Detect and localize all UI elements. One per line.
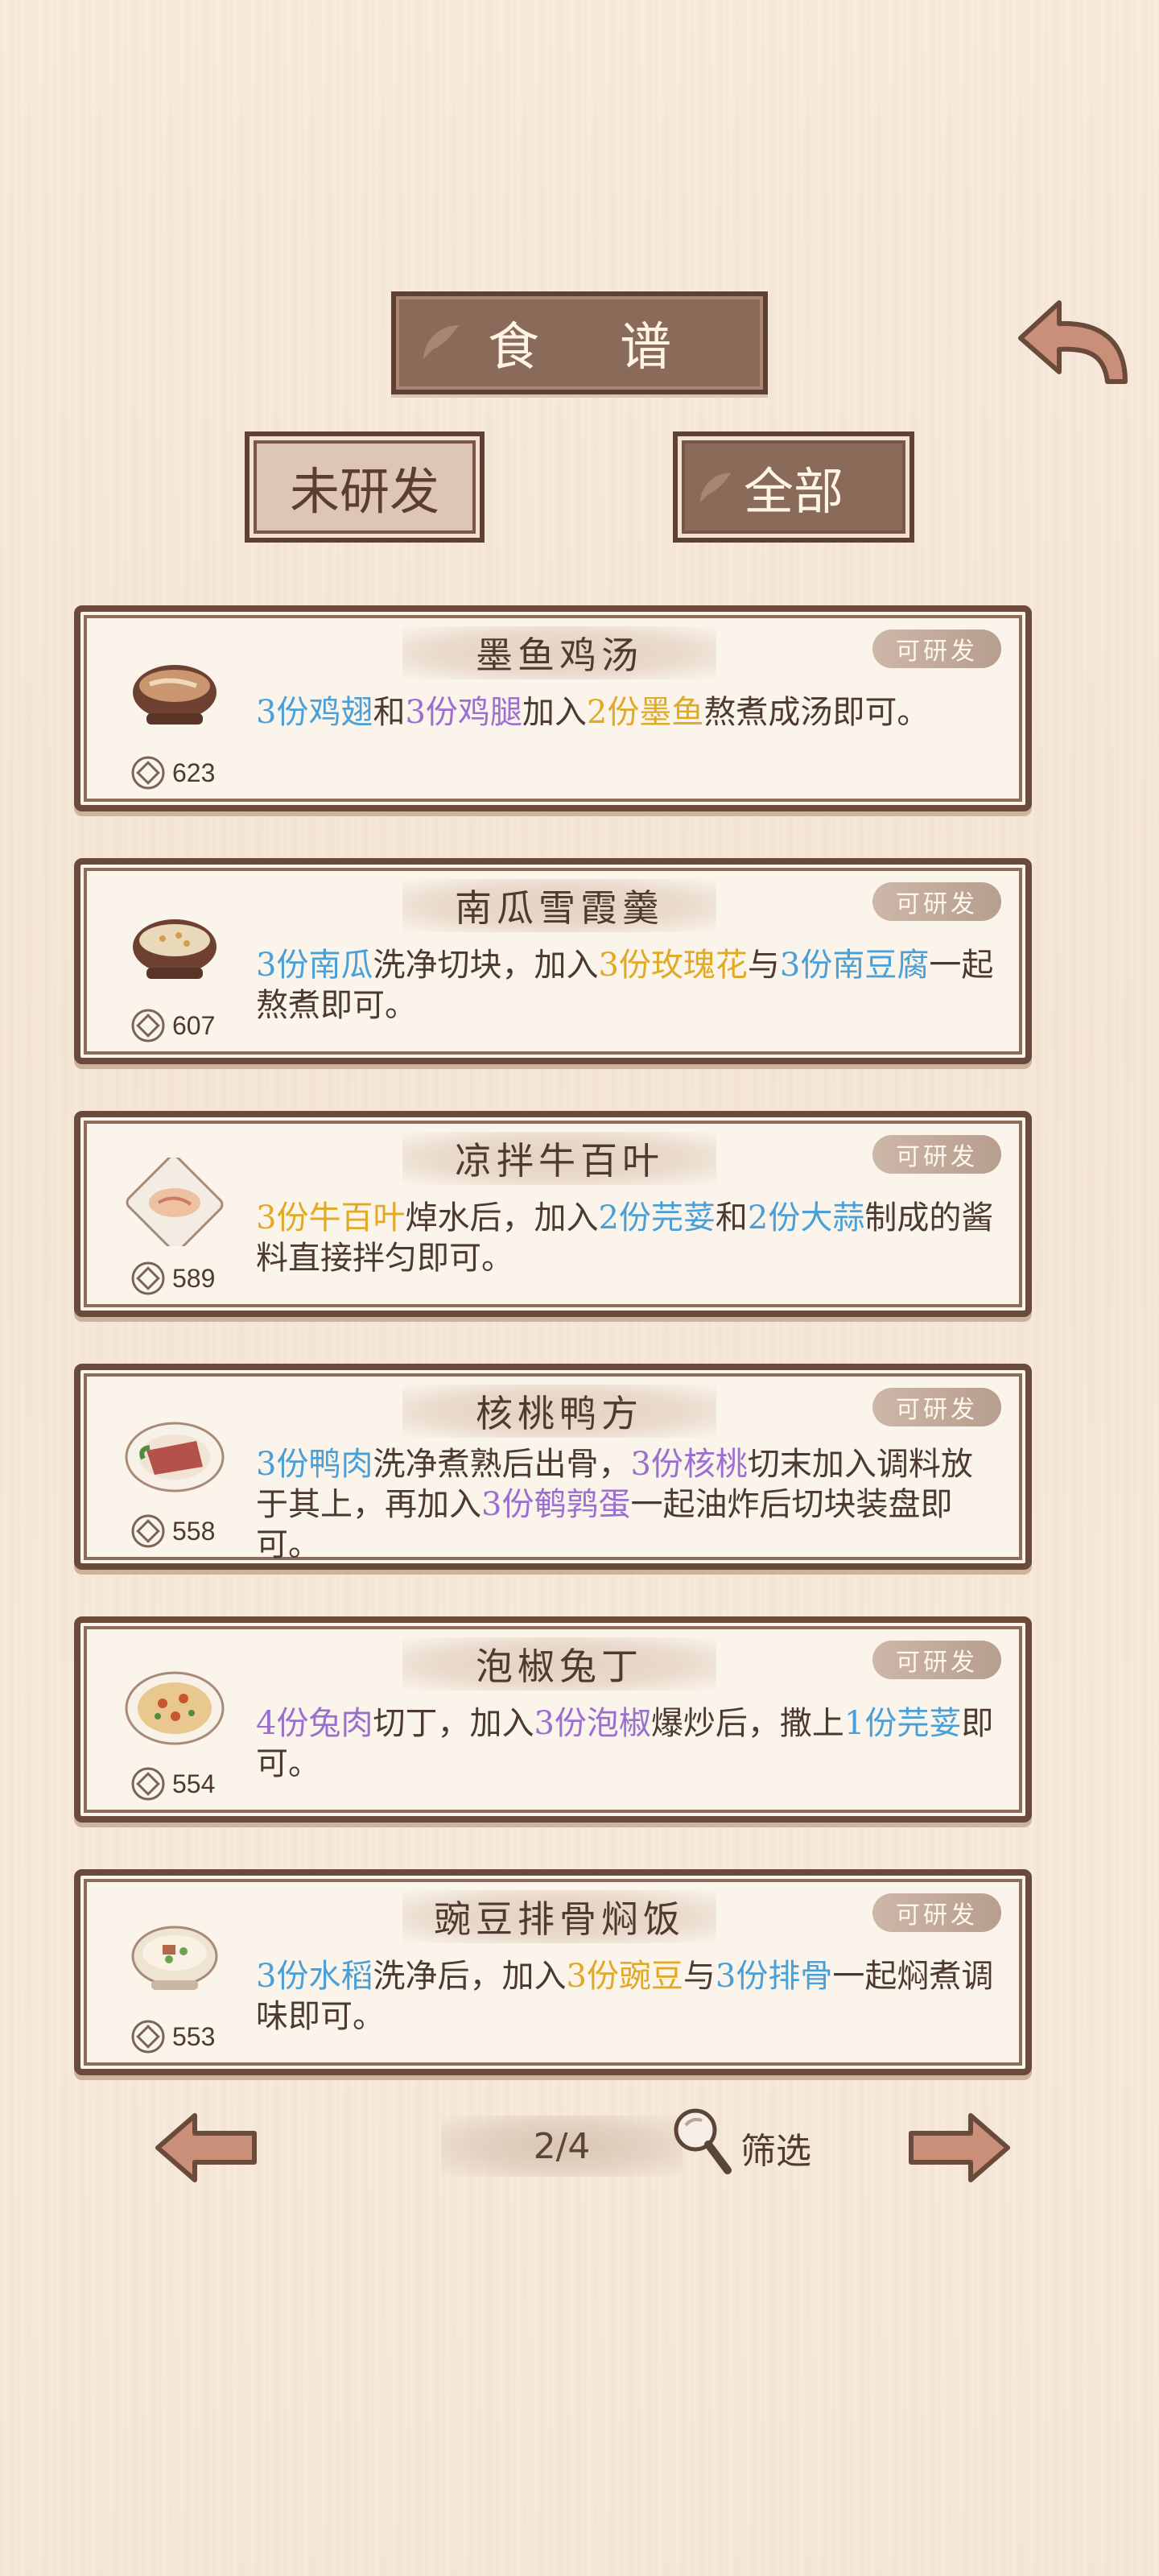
ingredient-text: 3份南瓜 [256,947,373,984]
recipe-description: 3份牛百叶焯水后，加入2份芫荽和2份大蒜制成的酱料直接拌匀即可。 [256,1198,996,1278]
recipe-card[interactable]: 泡椒兔丁 可研发 4份兔肉切丁，加入3份泡椒爆炒后，撒上1份芫荽即可。 554 [74,1616,1032,1823]
page-number: 2/4 [533,2125,591,2167]
filter-all-button[interactable]: 全部 [673,431,914,543]
price-row: 553 [130,2019,215,2054]
coin-icon [131,1514,165,1548]
recipe-name: 凉拌牛百叶 [455,1139,664,1183]
recipe-description: 4份兔肉切丁，加入3份泡椒爆炒后，撒上1份芫荽即可。 [256,1703,996,1784]
filter-unresearched-label: 未研发 [289,462,439,521]
description-text: 熬煮成汤即可。 [703,694,930,731]
price-row: 607 [130,1008,215,1043]
filter-all-label: 全部 [743,462,843,521]
recipe-description: 3份水稻洗净后，加入3份豌豆与3份排骨一起焖煮调味即可。 [256,1956,996,2037]
porridge-pot-icon [133,919,217,979]
ingredient-text: 2份芫荽 [598,1199,716,1236]
recipe-description: 3份南瓜洗净切块，加入3份玫瑰花与3份南豆腐一起熬煮即可。 [256,945,996,1026]
rabbit-dish-icon [125,1671,225,1745]
filter-label[interactable]: 筛选 [740,2122,811,2174]
description-text: 切丁，加入 [373,1705,534,1742]
description-text: 和 [715,1199,748,1236]
recipe-title-band: 墨鱼鸡汤 [402,626,716,679]
recipe-title-band: 泡椒兔丁 [402,1637,716,1690]
description-text: 洗净切块，加入 [373,947,599,984]
coin-icon [131,1009,165,1042]
price-row: 554 [130,1766,215,1802]
description-text: 洗净后，加入 [373,1958,567,1995]
price-row: 558 [130,1513,215,1549]
description-text: 洗净煮熟后出骨， [373,1446,631,1483]
ingredient-text: 3份鸭肉 [256,1446,373,1483]
price-row: 589 [130,1261,215,1296]
ingredient-text: 3份南豆腐 [779,947,930,984]
tripe-plate-icon [126,1158,224,1246]
recipe-price: 623 [172,758,216,787]
recipe-card[interactable]: 核桃鸭方 可研发 3份鸭肉洗净煮熟后出骨，3份核桃切末加入调料放于其上，再加入3… [74,1364,1032,1570]
coin-icon [131,1261,165,1295]
recipe-price: 558 [172,1516,216,1546]
description-text: 焯水后，加入 [405,1199,599,1236]
coin-icon [131,1767,165,1801]
ingredient-text: 3份玫瑰花 [598,947,748,984]
researchable-badge: 可研发 [872,630,1001,668]
description-text: 与 [747,947,780,984]
ginkgo-leaf-icon [423,325,459,359]
ingredient-text: 3份泡椒 [534,1705,651,1742]
recipe-card[interactable]: 豌豆排骨焖饭 可研发 3份水稻洗净后，加入3份豌豆与3份排骨一起焖煮调味即可。 … [74,1869,1032,2075]
page-title-plaque: 食 谱 [391,291,768,394]
recipe-name: 核桃鸭方 [476,1392,643,1435]
recipe-price: 607 [172,1010,216,1040]
ingredient-text: 3份水稻 [256,1958,373,1995]
description-text: 加入 [522,694,587,731]
ingredient-text: 3份核桃 [630,1446,748,1483]
ingredient-text: 3份鸡翅 [256,694,373,731]
description-text: 爆炒后，撒上 [650,1705,844,1742]
prev-page-arrow-icon[interactable] [153,2109,261,2186]
recipe-title-band: 豌豆排骨焖饭 [402,1890,716,1943]
coin-icon [131,2020,165,2054]
recipe-name: 墨鱼鸡汤 [476,634,643,677]
search-magnifier-icon[interactable] [668,2104,734,2177]
recipe-description: 3份鸭肉洗净煮熟后出骨，3份核桃切末加入调料放于其上，再加入3份鹌鹑蛋一起油炸后… [256,1444,996,1565]
recipe-title-band: 核桃鸭方 [402,1385,716,1438]
recipe-card[interactable]: 墨鱼鸡汤 可研发 3份鸡翅和3份鸡腿加入2份墨鱼熬煮成汤即可。 623 [74,605,1032,811]
recipe-name: 南瓜雪霞羹 [455,886,664,930]
ingredient-text: 2份大蒜 [747,1199,865,1236]
soup-pot-icon [133,665,217,724]
recipe-card[interactable]: 凉拌牛百叶 可研发 3份牛百叶焯水后，加入2份芫荽和2份大蒜制成的酱料直接拌匀即… [74,1111,1032,1317]
recipe-title-band: 凉拌牛百叶 [402,1132,716,1185]
page-indicator: 2/4 [441,2116,683,2177]
price-row: 623 [130,755,215,791]
duck-plate-icon [125,1422,225,1492]
ingredient-text: 3份豌豆 [566,1958,683,1995]
back-arrow-icon[interactable] [1013,291,1133,396]
recipe-price: 553 [172,2021,216,2051]
recipe-price: 589 [172,1263,216,1293]
researchable-badge: 可研发 [872,1388,1001,1426]
recipe-name: 泡椒兔丁 [476,1645,643,1688]
researchable-badge: 可研发 [872,882,1001,921]
ingredient-text: 1份芫荽 [843,1705,962,1742]
ingredient-text: 3份牛百叶 [256,1199,406,1236]
ginkgo-leaf-icon [699,473,732,503]
ingredient-text: 3份排骨 [715,1958,833,1995]
ingredient-text: 4份兔肉 [256,1705,373,1742]
recipe-name: 豌豆排骨焖饭 [434,1897,685,1941]
description-text: 与 [683,1958,716,1995]
recipe-title-band: 南瓜雪霞羹 [402,879,716,932]
description-text: 和 [373,694,406,731]
recipe-description: 3份鸡翅和3份鸡腿加入2份墨鱼熬煮成汤即可。 [256,692,996,733]
researchable-badge: 可研发 [872,1641,1001,1679]
researchable-badge: 可研发 [872,1135,1001,1174]
coin-icon [131,756,165,790]
filter-unresearched-button[interactable]: 未研发 [245,431,485,543]
ingredient-text: 2份墨鱼 [586,694,704,731]
ingredient-text: 3份鸡腿 [405,694,522,731]
rice-bowl-icon [131,1926,218,1990]
next-page-arrow-icon[interactable] [905,2109,1013,2186]
ingredient-text: 3份鹌鹑蛋 [481,1486,631,1523]
recipe-card[interactable]: 南瓜雪霞羹 可研发 3份南瓜洗净切块，加入3份玫瑰花与3份南豆腐一起熬煮即可。 … [74,858,1032,1064]
recipe-price: 554 [172,1769,216,1798]
page-title: 食 谱 [487,318,704,378]
researchable-badge: 可研发 [872,1893,1001,1932]
